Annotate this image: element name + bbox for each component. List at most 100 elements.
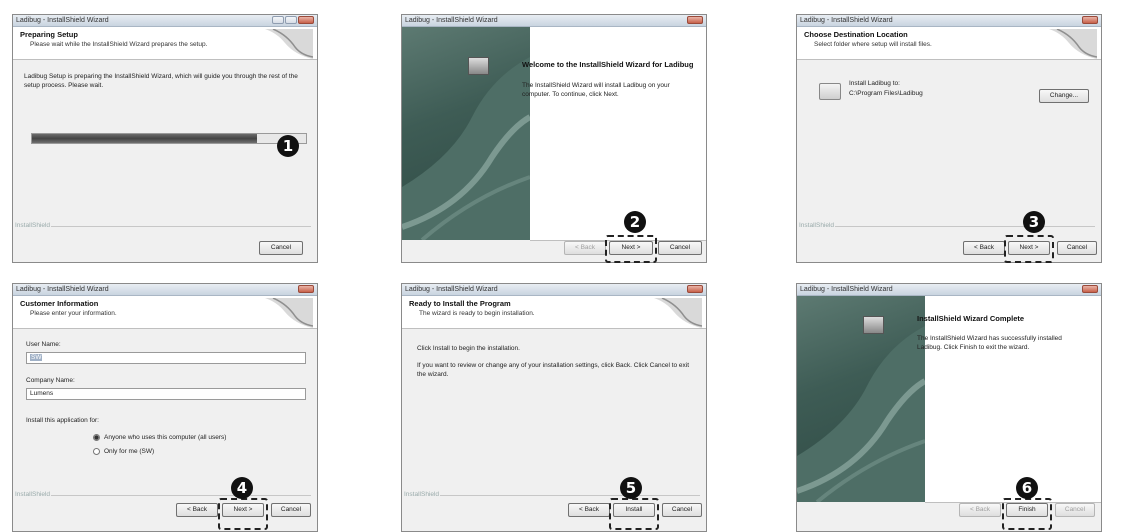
maximize-button[interactable]	[285, 16, 297, 24]
radio-only-me-label: Only for me (SW)	[104, 448, 155, 456]
radio-all-users[interactable]: Anyone who uses this computer (all users…	[93, 434, 226, 441]
customer-info-dialog: Ladibug - InstallShield Wizard Customer …	[12, 283, 318, 532]
destination-path: C:\Program Files\Ladibug	[849, 90, 923, 97]
complete-text: The InstallShield Wizard has successfull…	[917, 335, 1062, 351]
divider	[835, 226, 1095, 227]
install-to-label: Install Ladibug to:	[849, 80, 900, 87]
folder-icon	[819, 83, 841, 100]
progress-fill	[32, 134, 257, 143]
company-name-label: Company Name:	[26, 377, 75, 384]
cancel-button[interactable]: Cancel	[1057, 241, 1097, 255]
header-subtitle: The wizard is ready to begin installatio…	[419, 310, 535, 317]
complete-content: InstallShield Wizard Complete The Instal…	[863, 296, 1101, 503]
window-title: Ladibug - InstallShield Wizard	[405, 17, 498, 24]
page-curl-graphic	[1049, 29, 1097, 59]
step-badge: 2	[624, 211, 646, 233]
install-instruction: Click Install to begin the installation.	[417, 345, 520, 352]
finish-highlight	[1002, 498, 1052, 530]
close-button[interactable]	[1082, 285, 1098, 293]
next-highlight	[1004, 235, 1054, 263]
wizard-complete-dialog: Ladibug - InstallShield Wizard InstallSh…	[796, 283, 1102, 532]
user-name-label: User Name:	[26, 341, 61, 348]
review-instruction: If you want to review or change any of y…	[417, 362, 690, 378]
install-for-label: Install this application for:	[26, 417, 99, 424]
divider	[51, 226, 311, 227]
minimize-button[interactable]	[272, 16, 284, 24]
radio-dot	[93, 448, 100, 455]
radio-all-users-label: Anyone who uses this computer (all users…	[104, 434, 227, 442]
change-button[interactable]: Change...	[1039, 89, 1089, 103]
title-bar: Ladibug - InstallShield Wizard	[402, 284, 706, 296]
header-title: Ready to Install the Program	[409, 299, 511, 308]
cancel-button[interactable]: Cancel	[259, 241, 303, 255]
close-button[interactable]	[298, 285, 314, 293]
welcome-text: The InstallShield Wizard will install La…	[522, 82, 670, 98]
company-name-input[interactable]: Lumens	[26, 388, 306, 400]
wizard-sidebar-graphic	[797, 296, 925, 502]
cancel-button[interactable]: Cancel	[658, 241, 702, 255]
header-title: Preparing Setup	[20, 30, 78, 39]
installshield-brand: InstallShield	[404, 491, 440, 498]
dialog-header: Choose Destination Location Select folde…	[797, 27, 1101, 60]
back-button[interactable]: < Back	[176, 503, 218, 517]
close-button[interactable]	[298, 16, 314, 24]
page-curl-graphic	[265, 29, 313, 59]
preparing-description: Ladibug Setup is preparing the InstallSh…	[24, 73, 298, 89]
divider	[51, 495, 311, 496]
welcome-content: Welcome to the InstallShield Wizard for …	[468, 27, 706, 241]
dialog-header: Customer Information Please enter your i…	[13, 296, 317, 329]
page-curl-graphic	[265, 298, 313, 328]
page-curl-graphic	[654, 298, 702, 328]
installshield-icon	[468, 57, 489, 75]
company-name-value: Lumens	[30, 390, 54, 397]
back-button[interactable]: < Back	[564, 241, 606, 255]
step-badge: 6	[1016, 477, 1038, 499]
welcome-dialog: Ladibug - InstallShield Wizard Welcome t…	[401, 14, 707, 263]
back-button[interactable]: < Back	[568, 503, 610, 517]
step-badge: 4	[231, 477, 253, 499]
window-title: Ladibug - InstallShield Wizard	[800, 17, 893, 24]
setup-progress-bar	[31, 133, 307, 144]
complete-title: InstallShield Wizard Complete	[917, 314, 1025, 323]
header-title: Customer Information	[20, 299, 99, 308]
step-badge: 5	[620, 477, 642, 499]
dialog-header: Preparing Setup Please wait while the In…	[13, 27, 317, 60]
install-highlight	[609, 498, 659, 530]
user-name-value: SW	[30, 354, 43, 361]
back-button[interactable]: < Back	[963, 241, 1005, 255]
window-title: Ladibug - InstallShield Wizard	[16, 17, 109, 24]
ready-to-install-dialog: Ladibug - InstallShield Wizard Ready to …	[401, 283, 707, 532]
dialog-header: Ready to Install the Program The wizard …	[402, 296, 706, 329]
swirl-graphic	[797, 326, 925, 502]
wizard-sidebar-graphic	[402, 27, 530, 240]
title-bar: Ladibug - InstallShield Wizard	[797, 284, 1101, 296]
window-title: Ladibug - InstallShield Wizard	[800, 286, 893, 293]
cancel-button[interactable]: Cancel	[662, 503, 702, 517]
window-title: Ladibug - InstallShield Wizard	[405, 286, 498, 293]
installshield-brand: InstallShield	[15, 222, 51, 229]
title-bar: Ladibug - InstallShield Wizard	[13, 284, 317, 296]
header-subtitle: Please wait while the InstallShield Wiza…	[30, 41, 208, 48]
preparing-setup-dialog: Ladibug - InstallShield Wizard Preparing…	[12, 14, 318, 263]
back-button[interactable]: < Back	[959, 503, 1001, 517]
next-highlight	[605, 235, 657, 263]
swirl-graphic	[402, 57, 530, 240]
close-button[interactable]	[687, 285, 703, 293]
close-button[interactable]	[687, 16, 703, 24]
header-subtitle: Select folder where setup will install f…	[814, 41, 932, 48]
title-bar: Ladibug - InstallShield Wizard	[402, 15, 706, 27]
installshield-brand: InstallShield	[799, 222, 835, 229]
destination-dialog: Ladibug - InstallShield Wizard Choose De…	[796, 14, 1102, 263]
cancel-button[interactable]: Cancel	[1055, 503, 1095, 517]
close-button[interactable]	[1082, 16, 1098, 24]
divider	[440, 495, 700, 496]
header-subtitle: Please enter your information.	[30, 310, 117, 317]
title-bar: Ladibug - InstallShield Wizard	[13, 15, 317, 27]
radio-only-me[interactable]: Only for me (SW)	[93, 448, 154, 455]
welcome-title: Welcome to the InstallShield Wizard for …	[522, 60, 694, 69]
window-title: Ladibug - InstallShield Wizard	[16, 286, 109, 293]
header-title: Choose Destination Location	[804, 30, 908, 39]
cancel-button[interactable]: Cancel	[271, 503, 311, 517]
user-name-input[interactable]: SW	[26, 352, 306, 364]
title-bar: Ladibug - InstallShield Wizard	[797, 15, 1101, 27]
